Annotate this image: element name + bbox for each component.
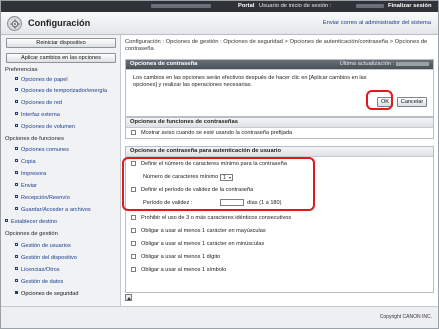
password-options-header: Opciones de contraseña Última actualizac… — [126, 60, 433, 70]
bullet-icon — [15, 147, 18, 150]
portal-link[interactable]: Portal — [238, 3, 254, 9]
require-uppercase-label: Obligar a usar al menos 1 carácter en ma… — [141, 227, 266, 234]
sidebar-item-copy[interactable]: Copia — [15, 159, 36, 165]
sidebar-section-preferences: Preferencias — [5, 67, 38, 73]
sidebar-item-user-management[interactable]: Gestión de usuarios — [15, 243, 71, 249]
sidebar-item-device-management[interactable]: Gestión del dispositivo — [15, 255, 77, 261]
require-symbol-label: Obligar a usar al menos 1 símbolo — [141, 266, 227, 273]
reboot-device-button[interactable]: Reiniciar dispositivo — [6, 38, 116, 48]
page-header: Configuración Enviar correo al administr… — [1, 12, 438, 35]
show-default-password-warning-label: Mostrar aviso cuando se esté usando la c… — [141, 129, 293, 136]
sidebar-item-network[interactable]: Opciones de red — [15, 100, 62, 106]
browser-frame: Portal Usuario de inicio de sesión : Fin… — [0, 0, 439, 329]
bullet-icon — [15, 207, 18, 210]
email-admin-link[interactable]: Enviar correo al administrador del siste… — [323, 20, 431, 26]
bullet-icon — [15, 171, 18, 174]
password-function-panel: Opciones de funciones de contraseñas — [125, 117, 434, 139]
require-digit-checkbox[interactable] — [131, 254, 136, 259]
settings-gear-icon — [7, 16, 22, 31]
auth-settings-header: Opciones de contraseña para autenticació… — [126, 147, 433, 157]
sidebar-item-common[interactable]: Opciones comunes — [15, 147, 69, 153]
bullet-icon — [15, 112, 18, 115]
bullet-icon — [15, 124, 18, 127]
bullet-icon — [15, 267, 18, 270]
function-settings-header: Opciones de funciones de contraseñas — [126, 118, 433, 128]
last-update: Última actualización : — [340, 60, 429, 69]
sidebar-item-volume[interactable]: Opciones de volumen — [15, 124, 75, 130]
bullet-icon — [15, 255, 18, 258]
require-symbol-checkbox[interactable] — [131, 267, 136, 272]
require-uppercase-checkbox[interactable] — [131, 228, 136, 233]
sidebar-item-receive-forward[interactable]: Recepción/Reenvío — [15, 195, 70, 201]
back-to-top-icon[interactable] — [125, 294, 132, 301]
sidebar-item-paper[interactable]: Opciones de papel — [15, 77, 68, 83]
panel-title: Opciones de contraseña — [130, 61, 198, 67]
bullet-icon — [15, 291, 18, 294]
sidebar-item-external-interface[interactable]: Interfaz externa — [15, 112, 60, 118]
bullet-icon — [15, 279, 18, 282]
sidebar-section-functions: Opciones de funciones — [5, 136, 64, 142]
top-bar: Portal Usuario de inicio de sesión : Fin… — [1, 1, 438, 12]
sidebar-item-store-access-files[interactable]: Guardar/Acceder a archivos — [15, 207, 91, 213]
footer: Copyright CANON INC. — [1, 306, 438, 328]
apply-notice-text: Los cambios en las opciones serán efecti… — [133, 75, 367, 88]
sidebar-item-licenses[interactable]: Licencias/Otros — [15, 267, 60, 273]
bullet-icon — [15, 77, 18, 80]
login-user-label: Usuario de inicio de sesión : — [259, 3, 332, 9]
bullet-icon — [15, 159, 18, 162]
main-content: Configuración : Opciones de gestión : Op… — [122, 35, 438, 320]
bullet-icon — [15, 88, 18, 91]
copyright-text: Copyright CANON INC. — [379, 314, 432, 320]
apply-changes-button[interactable]: Aplicar cambios en las opciones — [6, 53, 116, 63]
page-title: Configuración — [28, 18, 91, 28]
sidebar-section-management: Opciones de gestión — [5, 231, 58, 237]
cancel-button[interactable]: Cancelar — [397, 97, 427, 107]
bullet-icon — [5, 219, 8, 222]
bullet-icon — [15, 183, 18, 186]
sidebar-item-set-destination[interactable]: Establecer destino — [5, 219, 57, 225]
sidebar-item-timer-energy[interactable]: Opciones de temporizador/energía — [15, 88, 107, 94]
bullet-icon — [15, 100, 18, 103]
require-lowercase-label: Obligar a usar al menos 1 carácter en mi… — [141, 240, 265, 247]
sidebar-item-send[interactable]: Enviar — [15, 183, 37, 189]
redacted-user-name — [356, 4, 384, 8]
redacted-timestamp — [396, 61, 429, 66]
require-digit-label: Obligar a usar al menos 1 dígito — [141, 253, 221, 260]
show-default-password-warning-checkbox[interactable] — [131, 130, 136, 135]
sidebar-item-printer[interactable]: Impresora — [15, 171, 46, 177]
sidebar-item-data-management[interactable]: Gestión de datos — [15, 279, 63, 285]
logout-link[interactable]: Finalizar sesión — [388, 3, 432, 9]
bullet-icon — [15, 195, 18, 198]
redacted-device-name — [151, 4, 211, 8]
breadcrumb: Configuración : Opciones de gestión : Op… — [125, 39, 428, 52]
auth-settings-highlight — [122, 157, 315, 211]
require-lowercase-checkbox[interactable] — [131, 241, 136, 246]
sidebar: Reiniciar dispositivo Aplicar cambios en… — [1, 35, 121, 320]
bullet-icon — [15, 243, 18, 246]
prohibit-repeat-checkbox[interactable] — [131, 215, 136, 220]
sidebar-item-security[interactable]: Opciones de seguridad — [15, 291, 79, 297]
ok-highlight — [366, 90, 393, 110]
prohibit-repeat-label: Prohibir el uso de 3 o más caracteres id… — [141, 214, 292, 221]
